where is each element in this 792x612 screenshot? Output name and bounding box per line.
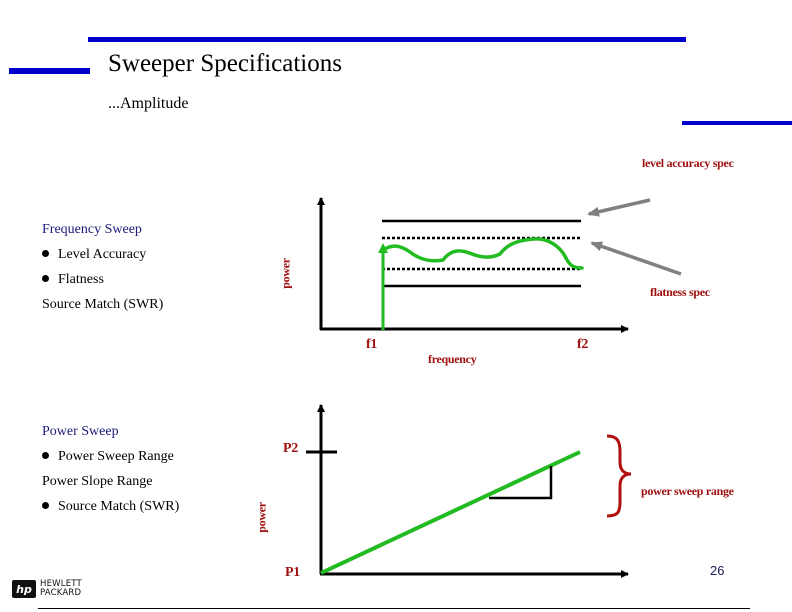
p2-label: P2	[283, 441, 298, 456]
freq-y-axis-label: power	[278, 258, 293, 289]
f1-label: f1	[366, 337, 378, 352]
power-diagram	[306, 404, 632, 578]
flatness-spec-label: flatness spec	[650, 285, 710, 299]
power-response-trace	[381, 237, 584, 270]
level-accuracy-spec-label: level accuracy spec	[642, 156, 734, 170]
diagrams-canvas	[306, 197, 682, 578]
range-brace	[606, 434, 632, 518]
p1-label: P1	[285, 565, 300, 580]
hp-logo-text: HEWLETT PACKARD	[40, 579, 82, 598]
hp-logo: hp HEWLETT PACKARD	[12, 580, 82, 598]
f2-label: f2	[577, 337, 589, 352]
flatness-arrow	[590, 241, 682, 276]
power-y-axis-label: power	[254, 502, 269, 533]
freq-x-axis-label: frequency	[428, 352, 477, 366]
footer-rule	[38, 608, 750, 609]
power-ramp-line	[320, 450, 581, 575]
frequency-diagram	[317, 197, 682, 333]
page-number: 26	[710, 563, 725, 578]
level-accuracy-arrow	[587, 198, 651, 217]
power-sweep-range-label: power sweep range	[641, 484, 734, 498]
hp-logo-icon: hp	[12, 580, 36, 598]
